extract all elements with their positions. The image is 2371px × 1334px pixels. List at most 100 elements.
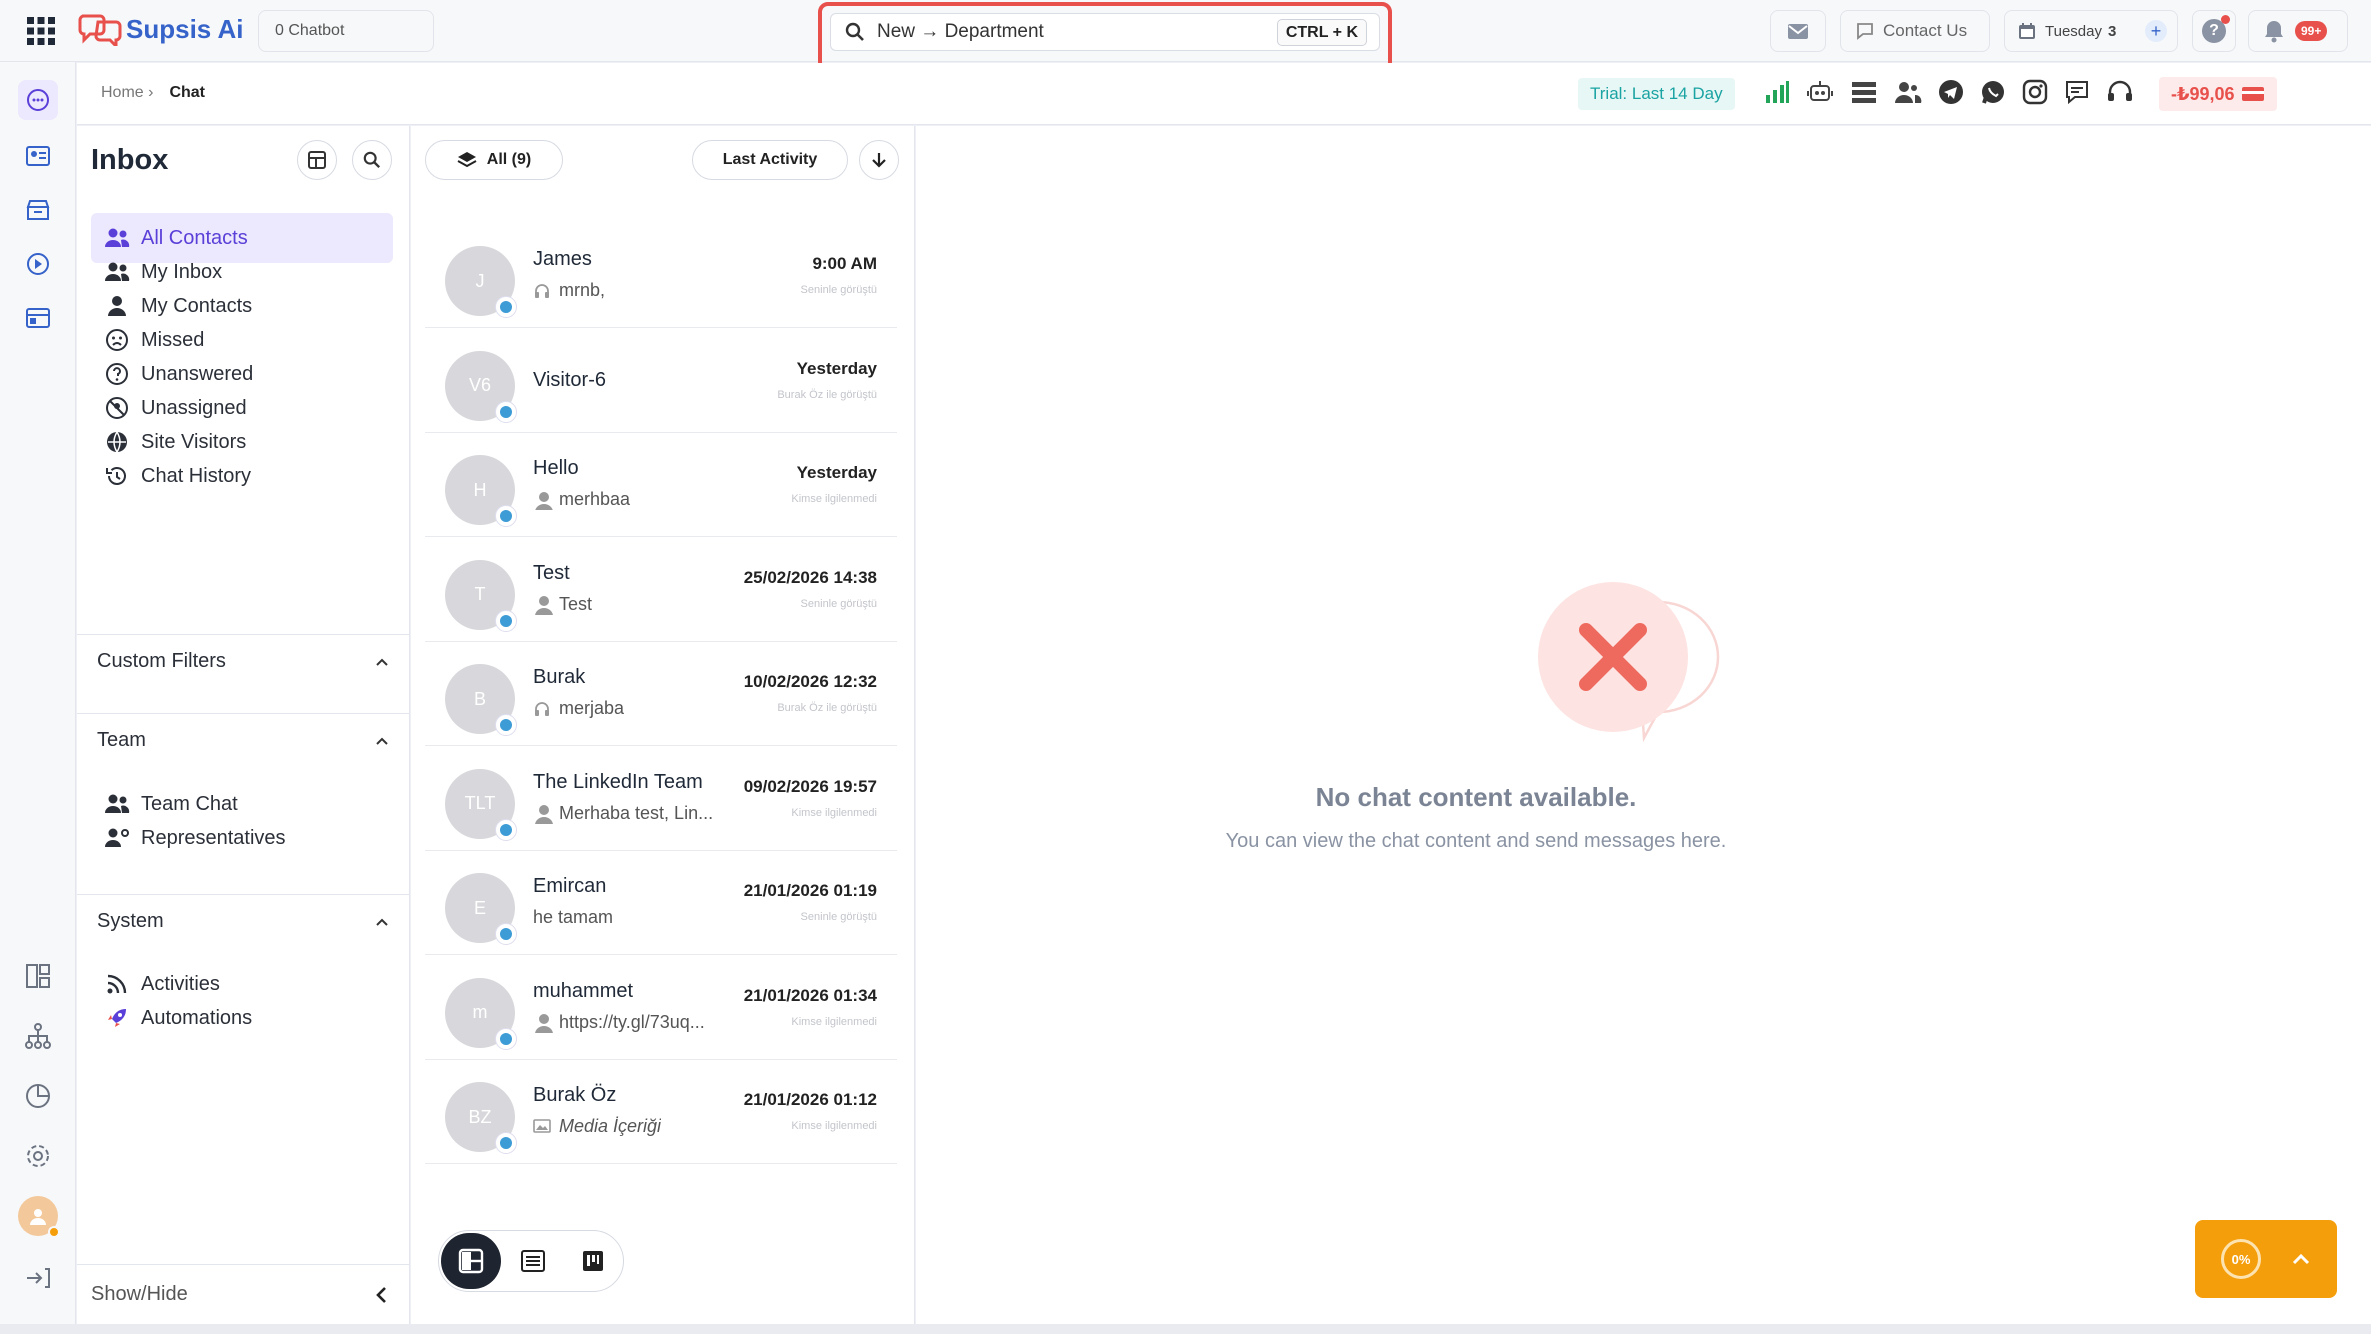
handled-status: Seninle görüştü — [800, 597, 877, 610]
day-label: Tuesday — [2045, 22, 2102, 40]
rail-hierarchy-icon[interactable] — [18, 1016, 58, 1056]
instagram-icon[interactable] — [2022, 79, 2048, 105]
rail-logout-icon[interactable] — [18, 1258, 58, 1298]
rail-play-icon[interactable] — [18, 244, 58, 284]
last-message-text: Media İçeriği — [559, 1116, 662, 1136]
conversation-row[interactable]: V6 Visitor-6 Yesterday Burak Öz ile görü… — [425, 329, 897, 433]
balance-badge[interactable]: -₺99,06 — [2159, 77, 2277, 111]
bot-icon[interactable] — [1806, 79, 1834, 105]
conversation-row[interactable]: J James mrnb, 9:00 AM Seninle görüştü — [425, 224, 897, 328]
chevron-up-icon — [376, 918, 388, 926]
rail-reports-icon[interactable] — [18, 1076, 58, 1116]
sort-label: Last Activity — [722, 151, 818, 168]
headset-icon[interactable] — [2106, 79, 2134, 105]
last-activity-time: 21/01/2026 01:12 — [743, 1090, 877, 1109]
conversation-row[interactable]: TLT The LinkedIn Team Merhaba test, Lin.… — [425, 747, 897, 851]
menu-item-label: Chat History — [141, 464, 252, 487]
inbox-layout-button[interactable] — [297, 140, 337, 180]
last-activity-time: 9:00 AM — [812, 254, 877, 273]
whatsapp-icon[interactable] — [1980, 79, 2006, 105]
avatar-initials: H — [473, 479, 487, 500]
notifications-button[interactable]: 99+ — [2248, 10, 2348, 52]
rail-archive-icon[interactable] — [18, 190, 58, 230]
channel-badge-icon — [495, 1132, 517, 1154]
search-icon — [363, 151, 381, 169]
channel-badge-icon — [495, 505, 517, 527]
mail-button[interactable] — [1770, 10, 1826, 52]
menu-item-chat-history[interactable]: Chat History — [91, 451, 393, 501]
headset-icon — [533, 700, 551, 718]
show-hide-label: Show/Hide — [91, 1283, 188, 1305]
signal-bars-icon[interactable] — [1764, 79, 1790, 105]
contact-us-button[interactable]: Contact Us — [1840, 10, 1990, 52]
menu-item-automations[interactable]: Automations — [91, 993, 393, 1043]
channel-badge-icon — [495, 296, 517, 318]
agents-icon[interactable] — [1894, 79, 1922, 105]
show-hide-toggle[interactable]: Show/Hide — [77, 1264, 409, 1324]
apps-grid-icon[interactable] — [26, 16, 56, 46]
app-logo[interactable]: Supsis Ai — [78, 12, 244, 46]
view-list-button[interactable] — [505, 1233, 561, 1289]
view-kanban-button[interactable] — [565, 1233, 621, 1289]
rail-contacts-icon[interactable] — [18, 136, 58, 176]
sort-direction-button[interactable] — [859, 140, 899, 180]
rail-layout-icon[interactable] — [18, 956, 58, 996]
rail-chat-icon[interactable] — [18, 80, 58, 120]
empty-state-title: No chat content available. — [1315, 782, 1637, 812]
contact-name: Visitor-6 — [533, 368, 606, 391]
system-section[interactable]: System — [77, 894, 409, 948]
left-nav-rail — [0, 62, 76, 1324]
view-split-button[interactable] — [441, 1233, 501, 1289]
telegram-icon[interactable] — [1938, 79, 1964, 105]
rail-settings-icon[interactable] — [18, 1136, 58, 1176]
last-message: he tamam — [533, 907, 613, 928]
rail-window-icon[interactable] — [18, 298, 58, 338]
sms-icon[interactable] — [2064, 79, 2090, 105]
contact-avatar: m — [445, 977, 517, 1050]
breadcrumb-home[interactable]: Home › — [101, 84, 153, 102]
inbox-search-button[interactable] — [352, 140, 392, 180]
search-input[interactable] — [877, 21, 1297, 43]
logo-icon — [78, 14, 122, 46]
contact-name: James — [533, 248, 592, 270]
filter-all-button[interactable]: All (9) — [425, 140, 563, 180]
last-activity-time: 09/02/2026 19:57 — [743, 776, 877, 796]
list-server-icon[interactable] — [1850, 79, 1878, 105]
conversation-row[interactable]: H Hello merhbaa Yesterday Kimse ilgilenm… — [425, 433, 897, 537]
conversation-row[interactable]: BZ Burak Öz Media İçeriği 21/01/2026 01:… — [425, 1060, 897, 1164]
menu-item-representatives[interactable]: Representatives — [91, 813, 393, 863]
date-widget[interactable]: Tuesday 3 + — [2004, 10, 2178, 52]
inbox-title: Inbox — [91, 144, 169, 176]
custom-filters-section[interactable]: Custom Filters — [77, 634, 409, 688]
channel-badge-icon — [495, 923, 517, 945]
contact-avatar: BZ — [445, 1082, 517, 1154]
day-number: 3 — [2107, 22, 2117, 40]
team-section[interactable]: Team — [77, 713, 409, 767]
user-avatar-icon — [30, 1209, 46, 1225]
trial-label: Trial: Last 14 Day — [1590, 84, 1723, 103]
chatbot-counter[interactable]: 0 Chatbot — [258, 10, 434, 52]
last-message: merjaba — [533, 698, 624, 719]
search-icon — [845, 22, 865, 42]
last-activity-time: 25/02/2026 14:38 — [743, 567, 877, 587]
avatar-initials: J — [475, 270, 485, 291]
conversation-row[interactable]: E Emircan he tamam 21/01/2026 01:19 Seni… — [425, 851, 897, 955]
avatar-initials: m — [472, 1002, 488, 1022]
conversation-row[interactable]: T Test Test 25/02/2026 14:38 Seninle gör… — [425, 538, 897, 642]
last-message-text: mrnb, — [559, 280, 606, 300]
conversation-row[interactable]: B Burak merjaba 10/02/2026 12:32 Burak Ö… — [425, 642, 897, 746]
conversation-row[interactable]: m muhammet https://ty.gl/73uq... 21/01/2… — [425, 956, 897, 1060]
trial-badge[interactable]: Trial: Last 14 Day — [1578, 78, 1735, 110]
sort-dropdown[interactable]: Last Activity — [692, 140, 848, 180]
user-icon — [533, 595, 553, 615]
app-name: Supsis Ai — [126, 13, 244, 44]
rocket-icon — [103, 1004, 131, 1032]
global-search[interactable]: CTRL + K — [830, 13, 1380, 51]
kanban-icon — [583, 1251, 603, 1271]
add-event-icon[interactable]: + — [2145, 20, 2167, 42]
balance-value: -₺99,06 — [2171, 83, 2235, 104]
team-label: Team — [97, 729, 146, 751]
help-button[interactable]: ? — [2192, 10, 2236, 52]
progress-widget[interactable]: 0% — [2195, 1220, 2337, 1298]
user-avatar[interactable] — [18, 1196, 60, 1238]
